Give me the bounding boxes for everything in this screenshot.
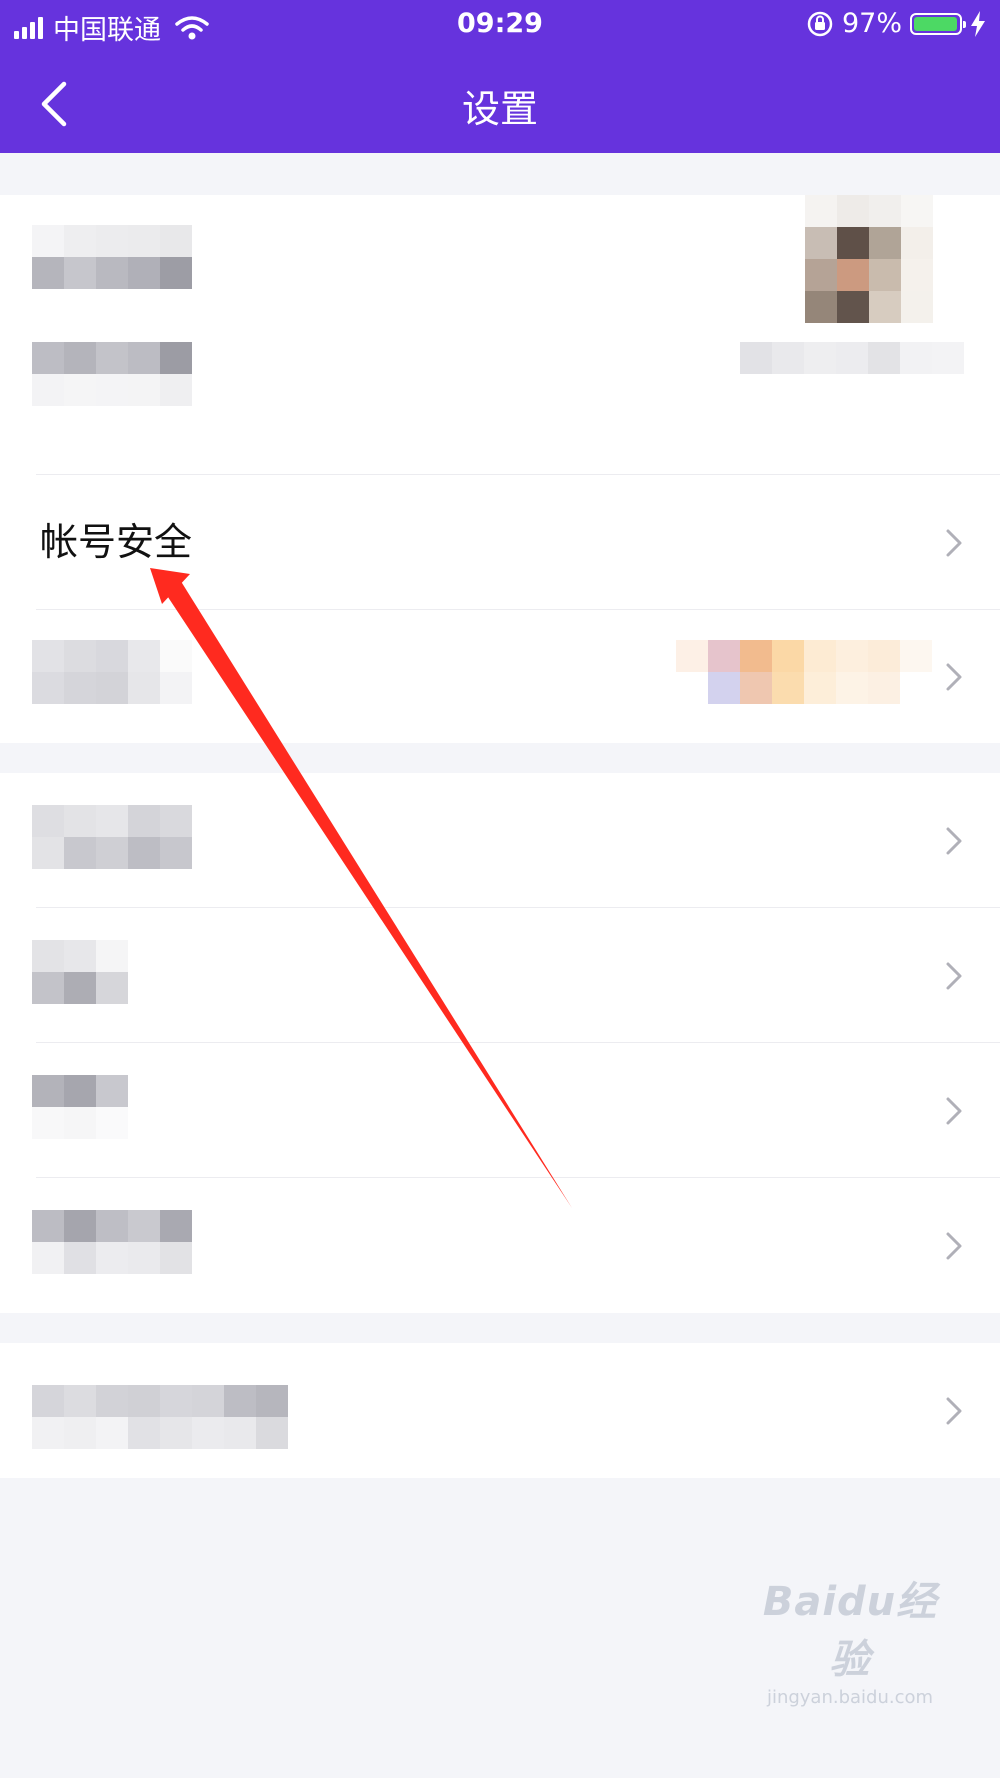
- watermark: Baidu经验 jingyan.baidu.com: [750, 1569, 950, 1708]
- watermark-logo: Baidu经验: [762, 1579, 938, 1683]
- pixelated-label: [32, 1075, 128, 1139]
- chevron-right-icon: [946, 529, 962, 556]
- watermark-url: jingyan.baidu.com: [766, 1687, 934, 1708]
- pixelated-label: [32, 342, 192, 406]
- settings-group-other: [0, 1343, 1000, 1478]
- account-security-row[interactable]: 帐号安全: [0, 475, 1000, 610]
- settings-row-blurred[interactable]: [0, 610, 1000, 743]
- rotation-lock-icon: [807, 11, 833, 36]
- avatar[interactable]: [805, 195, 933, 323]
- pixelated-value: [676, 640, 932, 704]
- settings-row-blurred[interactable]: [0, 1343, 1000, 1478]
- chevron-right-icon: [946, 1397, 962, 1424]
- settings-row-blurred[interactable]: [0, 908, 1000, 1043]
- profile-row[interactable]: [0, 195, 1000, 340]
- pixelated-label: [32, 1210, 192, 1274]
- pixelated-label: [32, 940, 128, 1004]
- settings-group-general: [0, 773, 1000, 1313]
- app-header: 中国联通 09:29 97% 设置: [0, 0, 1000, 153]
- settings-row-blurred[interactable]: [0, 1178, 1000, 1313]
- pixelated-label: [32, 805, 192, 869]
- settings-group-profile: 帐号安全: [0, 195, 1000, 743]
- nav-bar: 设置: [0, 50, 1000, 153]
- chevron-right-icon: [946, 962, 962, 989]
- page-title: 设置: [461, 87, 538, 131]
- chevron-right-icon: [946, 827, 962, 854]
- settings-row-blurred[interactable]: [0, 1043, 1000, 1178]
- settings-row-blurred[interactable]: [0, 773, 1000, 908]
- battery-icon: [910, 12, 966, 35]
- pixelated-label: [32, 225, 192, 289]
- pixelated-label: [32, 1385, 288, 1449]
- chevron-right-icon: [946, 1097, 962, 1124]
- account-security-label: 帐号安全: [40, 520, 193, 564]
- chevron-right-icon: [946, 1232, 962, 1259]
- status-bar: 中国联通 09:29 97%: [0, 0, 1000, 50]
- pixelated-value: [740, 342, 964, 374]
- pixelated-label: [32, 640, 192, 704]
- charging-icon: [971, 10, 985, 37]
- chevron-right-icon: [946, 663, 962, 690]
- nickname-row[interactable]: [0, 340, 1000, 475]
- battery-percent: 97%: [841, 8, 902, 39]
